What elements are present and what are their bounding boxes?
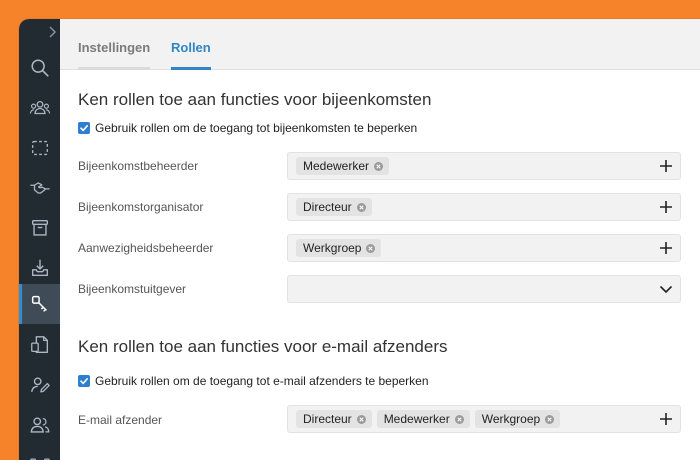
role-chip: Werkgroep <box>474 410 561 428</box>
role-select-bijeenkomstuitgever[interactable] <box>287 275 681 303</box>
role-select-bijeenkomstorganisator[interactable]: Directeur <box>287 193 681 221</box>
role-select-aanwezigheidsbeheerder[interactable]: Werkgroep <box>287 234 681 262</box>
remove-chip-icon[interactable] <box>454 414 464 424</box>
sidebar-item-archive[interactable] <box>19 208 60 248</box>
role-chip: Werkgroep <box>296 239 382 257</box>
role-select-email-afzender[interactable]: Directeur Medewerker Werkgroep <box>287 405 681 433</box>
email-section-title: Ken rollen toe aan functies voor e-mail … <box>78 337 448 356</box>
user-edit-icon <box>30 377 50 393</box>
handshake-icon <box>29 182 50 194</box>
checkmark-icon <box>80 378 88 385</box>
field-label-bijeenkomstuitgever: Bijeenkomstuitgever <box>78 282 187 296</box>
download-icon <box>31 259 48 277</box>
sidebar <box>19 19 60 460</box>
checkmark-icon <box>80 125 88 132</box>
sidebar-collapse-icon[interactable] <box>47 25 59 39</box>
app-window: Instellingen Rollen Ken rollen toe aan f… <box>19 19 700 460</box>
tab-bar: Instellingen Rollen <box>60 19 700 70</box>
meetings-restrict-checkbox-row[interactable]: Gebruik rollen om de toegang tot bijeenk… <box>78 121 417 135</box>
plus-icon[interactable] <box>658 158 674 174</box>
search-icon <box>30 59 49 77</box>
sidebar-item-download[interactable] <box>19 248 60 288</box>
field-label-aanwezigheidsbeheerder: Aanwezigheidsbeheerder <box>78 241 214 255</box>
email-restrict-checkbox[interactable] <box>78 375 90 387</box>
field-label-email-afzender: E-mail afzender <box>78 413 163 427</box>
archive-icon <box>31 219 48 236</box>
chevron-down-icon[interactable] <box>658 281 674 297</box>
field-label-bijeenkomstbeheerder: Bijeenkomstbeheerder <box>78 159 199 173</box>
remove-chip-icon[interactable] <box>366 243 376 253</box>
sidebar-item-search[interactable] <box>19 48 60 88</box>
role-chip: Directeur <box>296 410 372 428</box>
connection-icon <box>29 458 50 460</box>
main-content: Instellingen Rollen Ken rollen toe aan f… <box>60 19 700 460</box>
plus-icon[interactable] <box>658 411 674 427</box>
selection-icon <box>31 140 48 156</box>
sidebar-item-selection[interactable] <box>19 128 60 168</box>
tab-rollen[interactable]: Rollen <box>171 40 211 70</box>
sidebar-item-documents[interactable] <box>19 325 60 365</box>
sidebar-item-handshake[interactable] <box>19 168 60 208</box>
email-restrict-label: Gebruik rollen om de toegang tot e-mail … <box>95 374 429 388</box>
plus-icon[interactable] <box>658 199 674 215</box>
email-restrict-checkbox-row[interactable]: Gebruik rollen om de toegang tot e-mail … <box>78 374 429 388</box>
sidebar-item-connection[interactable] <box>19 441 60 460</box>
user-group-icon <box>30 417 49 433</box>
remove-chip-icon[interactable] <box>545 414 555 424</box>
tab-instellingen[interactable]: Instellingen <box>78 40 151 70</box>
role-chip-label: Medewerker <box>303 159 370 173</box>
role-chip-label: Directeur <box>303 412 352 426</box>
meetings-section-title: Ken rollen toe aan functies voor bijeenk… <box>78 90 432 109</box>
sidebar-item-roles[interactable] <box>19 284 60 324</box>
role-chip: Medewerker <box>296 157 390 175</box>
role-chip-label: Werkgroep <box>481 412 541 426</box>
remove-chip-icon[interactable] <box>356 414 366 424</box>
field-label-bijeenkomstorganisator: Bijeenkomstorganisator <box>78 200 204 214</box>
key-icon <box>31 295 47 312</box>
role-chip: Medewerker <box>376 410 470 428</box>
role-select-bijeenkomstbeheerder[interactable]: Medewerker <box>287 152 681 180</box>
sidebar-item-user-edit[interactable] <box>19 365 60 405</box>
document-icon <box>30 336 48 354</box>
role-chip: Directeur <box>296 198 372 216</box>
role-chip-label: Directeur <box>303 200 352 214</box>
meetings-restrict-label: Gebruik rollen om de toegang tot bijeenk… <box>95 121 418 135</box>
remove-chip-icon[interactable] <box>356 202 366 212</box>
meetings-restrict-checkbox[interactable] <box>78 122 90 134</box>
role-chip-label: Medewerker <box>383 412 450 426</box>
sidebar-item-users[interactable] <box>19 88 60 128</box>
plus-icon[interactable] <box>658 240 674 256</box>
role-chip-label: Werkgroep <box>303 241 362 255</box>
users-icon <box>29 100 50 115</box>
sidebar-item-user-group[interactable] <box>19 405 60 445</box>
remove-chip-icon[interactable] <box>374 161 384 171</box>
